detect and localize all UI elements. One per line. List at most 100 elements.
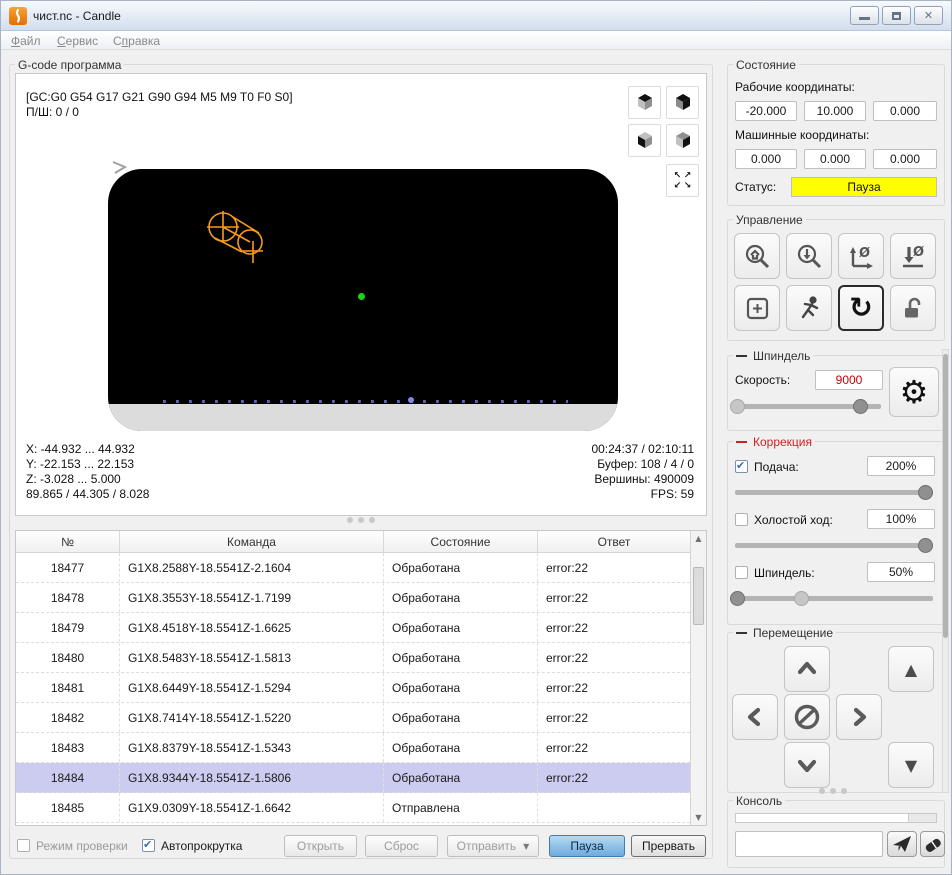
table-row[interactable]: 18478 G1X8.3553Y-18.5541Z-1.7199 Обработан… <box>16 583 690 613</box>
panel-scrollbar-thumb[interactable] <box>943 354 948 638</box>
work-x-field[interactable]: -20.000 <box>735 101 797 121</box>
search-home-icon <box>745 244 769 268</box>
application-window: чист.nc - Candle ✕ Файл Сервис Справка G… <box>0 0 952 875</box>
reset-button[interactable]: Сброс <box>365 835 438 857</box>
view-top-button[interactable] <box>628 86 661 119</box>
unlock-button[interactable] <box>890 285 936 331</box>
check-mode-label: Режим проверки <box>36 839 128 853</box>
header-command[interactable]: Команда <box>120 531 384 552</box>
table-row[interactable]: 18477 G1X8.2588Y-18.5541Z-2.1604 Обработан… <box>16 553 690 583</box>
status-label: Статус: <box>735 180 777 194</box>
restore-origin-button[interactable]: ↻ <box>838 285 884 331</box>
rapid-override-slider[interactable] <box>735 543 933 548</box>
view-front-button[interactable] <box>628 124 661 157</box>
scrollbar-thumb[interactable] <box>693 567 704 625</box>
console-scrollbar[interactable] <box>908 814 936 822</box>
jog-up-button[interactable] <box>784 646 830 692</box>
check-border-button[interactable] <box>734 285 780 331</box>
abort-button[interactable]: Прервать <box>631 835 706 857</box>
menu-file[interactable]: Файл <box>7 33 45 49</box>
close-button[interactable]: ✕ <box>914 6 943 25</box>
console-output[interactable] <box>735 813 937 823</box>
spindle-slider-min-knob[interactable] <box>730 399 745 414</box>
viewport-ground-plane <box>108 404 618 431</box>
splitter-handle[interactable] <box>347 517 375 523</box>
rapid-override-checkbox[interactable] <box>735 513 748 526</box>
send-button[interactable]: Отправить ▼ <box>447 835 539 857</box>
jog-z-down-button[interactable]: ▼ <box>888 742 934 788</box>
table-row[interactable]: 18479 G1X8.4518Y-18.5541Z-1.6625 Обработан… <box>16 613 690 643</box>
spindle-override-slider[interactable] <box>735 596 933 601</box>
viewport-3d[interactable] <box>108 169 618 431</box>
header-state[interactable]: Состояние <box>384 531 538 552</box>
open-button[interactable]: Открыть <box>284 835 357 857</box>
menu-service[interactable]: Сервис <box>53 33 102 49</box>
jog-right-button[interactable] <box>836 694 882 740</box>
minimize-button[interactable] <box>850 6 879 25</box>
fit-view-button[interactable]: ↖ ↗ ↙ ↘ <box>666 164 699 197</box>
zero-z-button[interactable]: Ø <box>890 233 936 279</box>
feed-override-checkbox[interactable] <box>735 459 748 473</box>
panel-splitter-handle[interactable] <box>819 788 847 794</box>
cell-command: G1X8.9344Y-18.5541Z-1.5806 <box>120 763 384 792</box>
table-scrollbar[interactable]: ▲ ▼ <box>690 531 706 825</box>
jog-down-button[interactable] <box>784 742 830 788</box>
machine-y-field[interactable]: 0.000 <box>804 149 866 169</box>
pause-button[interactable]: Пауза <box>549 835 625 857</box>
send-dropdown-icon[interactable]: ▼ <box>523 842 529 851</box>
header-number[interactable]: № <box>16 531 120 552</box>
console-input[interactable] <box>735 831 883 857</box>
autoscroll-label: Автопрокрутка <box>161 839 243 853</box>
table-row[interactable]: 18480 G1X8.5483Y-18.5541Z-1.5813 Обработан… <box>16 643 690 673</box>
feed-override-field[interactable]: 200% <box>867 456 935 476</box>
jog-stop-button[interactable] <box>784 694 830 740</box>
machine-x-field[interactable]: 0.000 <box>735 149 797 169</box>
search-home-button[interactable] <box>734 233 780 279</box>
table-row[interactable]: 18481 G1X8.6449Y-18.5541Z-1.5294 Обработан… <box>16 673 690 703</box>
cell-response: error:22 <box>546 710 589 725</box>
autoscroll-checkbox[interactable] <box>142 838 155 852</box>
cell-response: error:22 <box>546 740 589 755</box>
feed-override-slider[interactable] <box>735 490 933 495</box>
spindle-override-knob[interactable] <box>730 591 745 606</box>
check-mode-checkbox[interactable] <box>17 839 30 852</box>
view-isometric-button[interactable] <box>666 86 699 119</box>
spindle-speed-field[interactable]: 9000 <box>815 370 883 390</box>
machine-z-field[interactable]: 0.000 <box>873 149 937 169</box>
rapid-override-knob[interactable] <box>918 538 933 553</box>
panel-scrollbar[interactable] <box>942 349 949 793</box>
console-clear-button[interactable] <box>920 831 945 857</box>
spindle-override-ghost-knob[interactable] <box>794 591 809 606</box>
spindle-toggle-button[interactable]: ⚙ <box>889 367 939 417</box>
view-side-button[interactable] <box>666 124 699 157</box>
table-row[interactable]: 18483 G1X8.8379Y-18.5541Z-1.5343 Обработан… <box>16 733 690 763</box>
override-group-title[interactable]: Коррекция <box>733 435 816 449</box>
jog-left-button[interactable] <box>732 694 778 740</box>
scroll-down-icon[interactable]: ▼ <box>691 813 706 822</box>
console-send-button[interactable] <box>887 831 917 857</box>
spindle-override-checkbox[interactable] <box>735 566 748 579</box>
spindle-slider-knob[interactable] <box>853 399 868 414</box>
feed-override-knob[interactable] <box>918 485 933 500</box>
gcode-visualizer[interactable]: [GC:G0 G54 G17 G21 G90 G94 M5 M9 T0 F0 S… <box>15 73 707 516</box>
jog-group-title[interactable]: Перемещение <box>733 626 836 640</box>
cube-top-view-icon <box>637 94 652 110</box>
zero-xy-button[interactable]: Ø <box>838 233 884 279</box>
jog-z-up-button[interactable]: ▲ <box>888 646 934 692</box>
scroll-up-icon[interactable]: ▲ <box>691 534 706 543</box>
menu-help[interactable]: Справка <box>109 33 164 49</box>
cell-n: 18477 <box>16 553 120 582</box>
header-response[interactable]: Ответ <box>538 531 690 552</box>
table-row[interactable]: 18482 G1X8.7414Y-18.5541Z-1.5220 Обработан… <box>16 703 690 733</box>
work-z-field[interactable]: 0.000 <box>873 101 937 121</box>
cell-state: Обработана <box>384 763 538 792</box>
table-row[interactable]: 18485 G1X9.0309Y-18.5541Z-1.6642 Отправлен… <box>16 793 690 823</box>
run-from-line-button[interactable] <box>786 285 832 331</box>
rapid-override-field[interactable]: 100% <box>867 509 935 529</box>
work-y-field[interactable]: 10.000 <box>804 101 866 121</box>
search-z-button[interactable] <box>786 233 832 279</box>
spindle-override-field[interactable]: 50% <box>867 562 935 582</box>
spindle-group-title[interactable]: Шпиндель <box>733 349 814 363</box>
table-row[interactable]: 18484 G1X8.9344Y-18.5541Z-1.5806 Обработан… <box>16 763 690 793</box>
restore-button[interactable] <box>882 6 911 25</box>
